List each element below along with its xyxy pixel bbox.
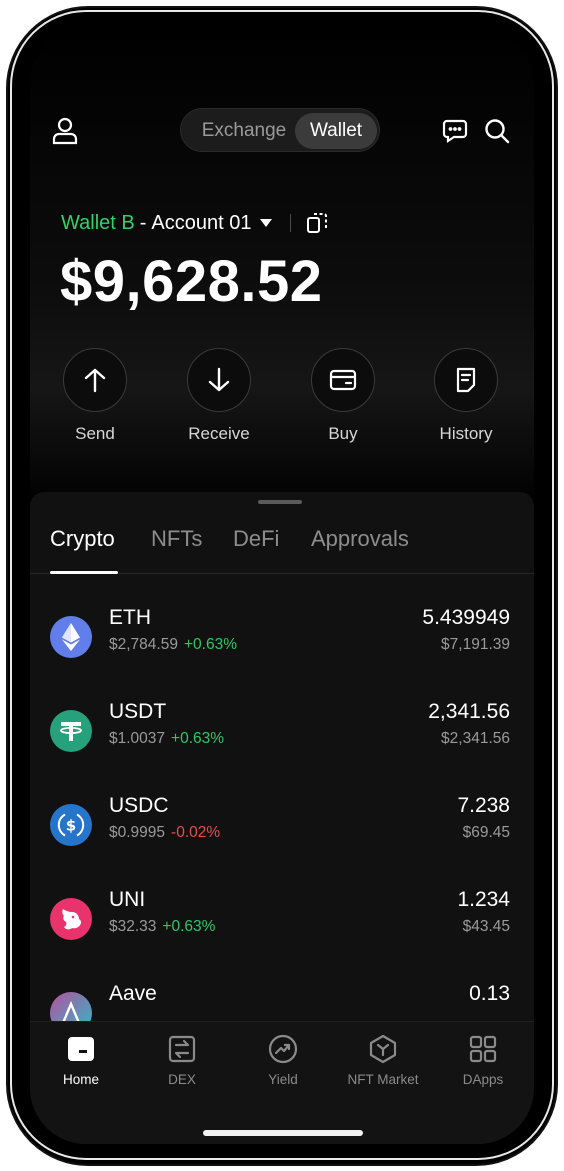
asset-change: -0.02% bbox=[171, 824, 221, 841]
receive-button[interactable]: Receive bbox=[179, 348, 259, 444]
chat-icon[interactable] bbox=[440, 116, 470, 146]
home-indicator[interactable] bbox=[203, 1130, 363, 1136]
send-button[interactable]: Send bbox=[55, 348, 135, 444]
asset-symbol: UNI bbox=[109, 888, 146, 911]
asset-value: $69.45 bbox=[462, 824, 510, 841]
asset-price: $32.33 bbox=[109, 918, 157, 935]
tab-crypto[interactable]: Crypto bbox=[50, 526, 115, 552]
asset-amount: 1.234 bbox=[457, 888, 510, 911]
copy-icon[interactable] bbox=[306, 211, 328, 235]
exchange-wallet-switch: Exchange Wallet bbox=[180, 108, 380, 152]
ethereum-icon bbox=[50, 616, 92, 658]
tab-approvals[interactable]: Approvals bbox=[311, 526, 409, 552]
history-label: History bbox=[439, 424, 493, 443]
buy-label: Buy bbox=[328, 424, 358, 443]
buy-button[interactable]: Buy bbox=[303, 348, 383, 444]
asset-change: +0.63% bbox=[171, 730, 225, 747]
user-icon[interactable] bbox=[50, 116, 80, 146]
asset-price: $2,784.59 bbox=[109, 636, 178, 653]
nav-home[interactable]: Home bbox=[33, 1034, 129, 1087]
asset-amount: 5.439949 bbox=[422, 606, 510, 629]
list-item[interactable]: USDT $1.0037 +0.63% 2,341.56 $2,341.56 bbox=[30, 696, 534, 766]
asset-price-row: $2,784.59 +0.63% bbox=[109, 636, 237, 654]
list-item[interactable]: $ USDC $0.9995 -0.02% 7.238 $69.45 bbox=[30, 790, 534, 860]
asset-price-row: $32.33 +0.63% bbox=[109, 918, 215, 936]
asset-symbol: Aave bbox=[109, 982, 157, 1005]
total-balance: $9,628.52 bbox=[60, 249, 323, 314]
segment-wallet[interactable]: Wallet bbox=[295, 113, 377, 149]
nav-yield[interactable]: Yield bbox=[235, 1034, 331, 1087]
tether-icon bbox=[50, 710, 92, 752]
nav-label: Home bbox=[62, 1072, 99, 1087]
account-name: Account 01 bbox=[151, 211, 252, 234]
document-icon bbox=[434, 348, 498, 412]
vertical-divider bbox=[290, 214, 292, 232]
asset-symbol: USDT bbox=[109, 700, 167, 723]
sheet-grabber[interactable] bbox=[258, 500, 302, 504]
bottom-nav: Home DEX Yield NFT Market DApps bbox=[30, 1021, 534, 1144]
uniswap-icon bbox=[50, 898, 92, 940]
nav-label: DApps bbox=[462, 1072, 504, 1087]
svg-text:$: $ bbox=[66, 817, 76, 835]
quick-actions: Send Receive Buy History bbox=[30, 348, 534, 448]
asset-symbol: USDC bbox=[109, 794, 169, 817]
asset-amount: 2,341.56 bbox=[428, 700, 510, 723]
nav-nft-market[interactable]: NFT Market bbox=[335, 1034, 431, 1087]
asset-amount: 7.238 bbox=[457, 794, 510, 817]
caret-down-icon bbox=[260, 219, 273, 227]
active-tab-indicator bbox=[50, 571, 118, 574]
asset-symbol: ETH bbox=[109, 606, 151, 629]
dapps-icon bbox=[468, 1034, 498, 1064]
account-separator: - bbox=[139, 211, 147, 234]
wallet-name: Wallet B bbox=[61, 211, 135, 234]
asset-value: $7,191.39 bbox=[441, 636, 510, 653]
account-selector[interactable]: Wallet B - Account 01 bbox=[61, 208, 328, 238]
search-icon[interactable] bbox=[482, 116, 512, 146]
list-item[interactable]: UNI $32.33 +0.63% 1.234 $43.45 bbox=[30, 884, 534, 954]
asset-price-row: $1.0037 +0.63% bbox=[109, 730, 224, 748]
history-button[interactable]: History bbox=[426, 348, 506, 444]
nft-market-icon bbox=[368, 1034, 398, 1064]
arrow-down-icon bbox=[187, 348, 251, 412]
list-item[interactable]: ETH $2,784.59 +0.63% 5.439949 $7,191.39 bbox=[30, 602, 534, 672]
nav-dapps[interactable]: DApps bbox=[435, 1034, 531, 1087]
nav-label: Yield bbox=[268, 1072, 298, 1087]
asset-change: +0.63% bbox=[162, 918, 216, 935]
asset-price: $0.9995 bbox=[109, 824, 166, 841]
arrow-up-icon bbox=[63, 348, 127, 412]
tab-nfts[interactable]: NFTs bbox=[151, 526, 202, 552]
asset-value: $43.45 bbox=[462, 918, 510, 935]
segment-exchange[interactable]: Exchange bbox=[189, 113, 299, 149]
asset-price: $1.0037 bbox=[109, 730, 166, 747]
tab-defi[interactable]: DeFi bbox=[233, 526, 279, 552]
asset-change: +0.63% bbox=[183, 636, 237, 653]
app-screen: Exchange Wallet Wallet B - Account 01 $9… bbox=[30, 28, 534, 1144]
wallet-icon bbox=[311, 348, 375, 412]
send-label: Send bbox=[75, 424, 115, 443]
nav-label: DEX bbox=[168, 1072, 196, 1087]
home-icon bbox=[66, 1034, 96, 1064]
dex-icon bbox=[167, 1034, 197, 1064]
usdc-icon: $ bbox=[50, 804, 92, 846]
asset-value: $2,341.56 bbox=[441, 730, 510, 747]
top-bar: Exchange Wallet bbox=[30, 108, 534, 154]
asset-tabs: Crypto NFTs DeFi Approvals bbox=[30, 520, 534, 574]
receive-label: Receive bbox=[188, 424, 250, 443]
asset-price-row: $0.9995 -0.02% bbox=[109, 824, 220, 842]
nav-dex[interactable]: DEX bbox=[134, 1034, 230, 1087]
nav-label: NFT Market bbox=[347, 1072, 419, 1087]
asset-amount: 0.13 bbox=[469, 982, 510, 1005]
yield-icon bbox=[268, 1034, 298, 1064]
